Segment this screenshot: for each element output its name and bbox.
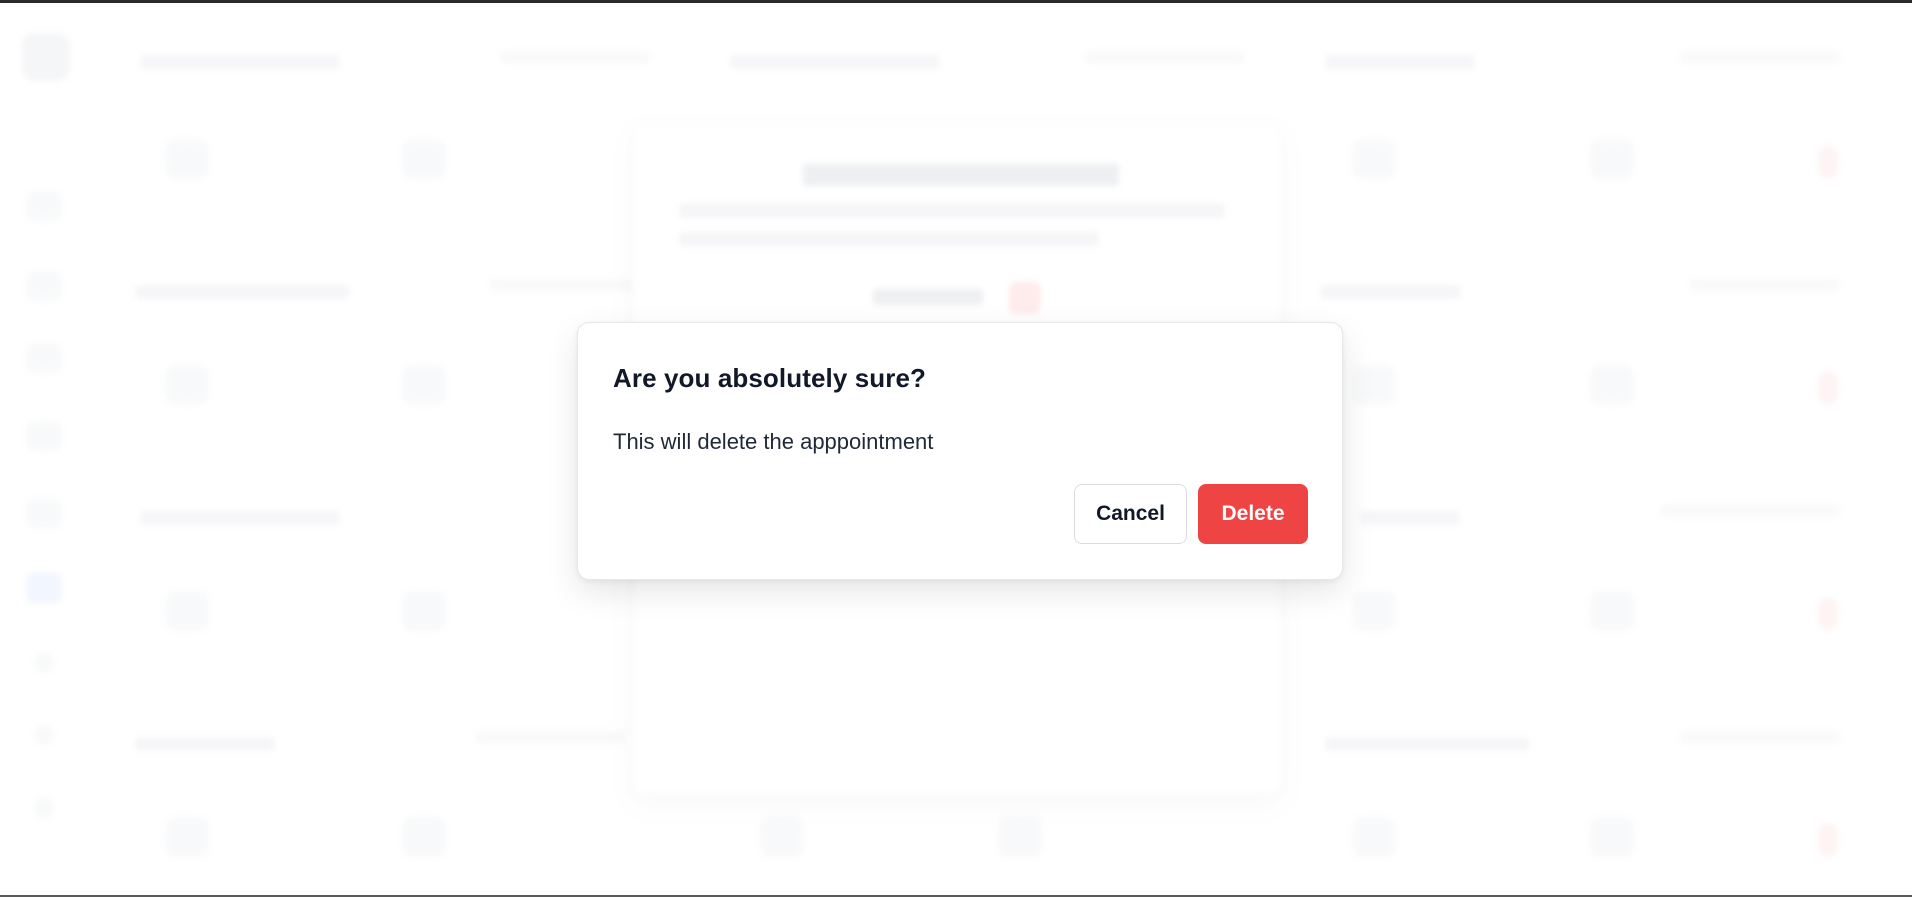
delete-confirmation-dialog: Are you absolutely sure? This will delet… <box>577 322 1343 580</box>
cancel-button[interactable]: Cancel <box>1074 484 1187 544</box>
dialog-description: This will delete the apppointment <box>613 429 934 454</box>
delete-button[interactable]: Delete <box>1198 484 1308 544</box>
dialog-title: Are you absolutely sure? <box>613 363 927 393</box>
